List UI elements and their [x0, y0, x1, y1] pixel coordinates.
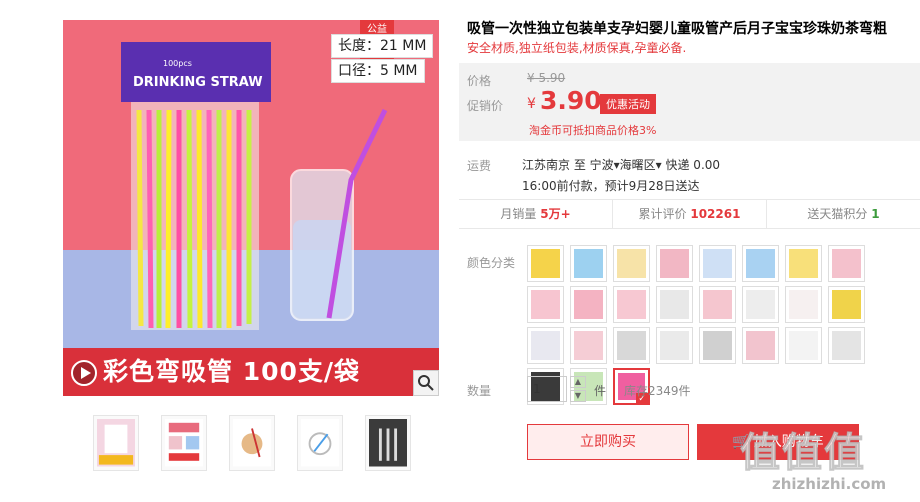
- color-swatch[interactable]: [527, 286, 564, 323]
- color-swatch[interactable]: [570, 286, 607, 323]
- swatch-image: [660, 249, 689, 278]
- spec-diameter: 口径：5 MM: [331, 59, 425, 83]
- color-swatch[interactable]: [613, 245, 650, 282]
- color-swatch[interactable]: [699, 327, 736, 364]
- color-swatch[interactable]: [527, 245, 564, 282]
- product-subtitle: 安全材质,独立纸包装,材质保真,孕童必备.: [467, 41, 687, 55]
- quantity-unit: 件: [594, 384, 607, 398]
- color-swatch[interactable]: [613, 327, 650, 364]
- swatch-image: [789, 331, 818, 360]
- color-swatch[interactable]: [828, 245, 865, 282]
- color-swatch[interactable]: [699, 245, 736, 282]
- promo-price-label: 促销价: [467, 99, 504, 113]
- color-swatch[interactable]: [742, 245, 779, 282]
- spec-length: 长度：21 MM: [331, 34, 434, 58]
- swatch-image: [703, 331, 732, 360]
- color-swatch[interactable]: [828, 327, 865, 364]
- stock-count: 库存2349件: [624, 384, 691, 398]
- color-swatch[interactable]: [828, 286, 865, 323]
- thumbnail-5[interactable]: [365, 415, 411, 471]
- swatch-image: [703, 249, 732, 278]
- points-value: 1: [871, 207, 880, 221]
- swatch-image: [832, 331, 861, 360]
- tmall-points: 送天猫积分 1: [767, 200, 920, 228]
- total-reviews[interactable]: 累计评价 102261: [613, 200, 767, 228]
- color-swatch[interactable]: [742, 286, 779, 323]
- color-category-label: 颜色分类: [467, 256, 516, 270]
- swatch-image: [789, 290, 818, 319]
- swatch-image: [617, 290, 646, 319]
- reviews-value: 102261: [690, 207, 741, 221]
- color-swatch[interactable]: [699, 286, 736, 323]
- thumbnail-3[interactable]: [229, 415, 275, 471]
- color-swatch[interactable]: [527, 327, 564, 364]
- swatch-image: [746, 331, 775, 360]
- current-price: 3.90: [540, 86, 602, 115]
- swatch-image: [531, 290, 560, 319]
- color-swatch[interactable]: [613, 286, 650, 323]
- color-swatch[interactable]: [656, 327, 693, 364]
- color-swatch[interactable]: [785, 327, 822, 364]
- buy-now-button[interactable]: 立即购买: [527, 424, 689, 460]
- play-video-icon[interactable]: [71, 360, 97, 386]
- delivery-estimate: 16:00前付款，预计9月28日送达: [522, 179, 700, 193]
- thumbnail-list: [93, 415, 411, 471]
- color-swatch[interactable]: [785, 245, 822, 282]
- swatch-image: [832, 290, 861, 319]
- monthly-sales-value: 5万+: [540, 207, 571, 221]
- sales-stats: 月销量 5万+ 累计评价 102261 送天猫积分 1: [459, 199, 920, 229]
- shipping-label: 运费: [467, 159, 492, 173]
- color-swatch[interactable]: [785, 286, 822, 323]
- swatch-image: [617, 249, 646, 278]
- swatch-image: [660, 290, 689, 319]
- color-swatch[interactable]: [656, 245, 693, 282]
- color-swatch[interactable]: [570, 327, 607, 364]
- shipping-route[interactable]: 江苏南京 至 宁波▾海曙区▾ 快递 0.00: [522, 156, 720, 173]
- swatch-image: [531, 331, 560, 360]
- quantity-decrease-button[interactable]: ▼: [570, 390, 586, 402]
- swatch-image: [617, 331, 646, 360]
- swatch-image: [574, 249, 603, 278]
- swatch-image: [531, 249, 560, 278]
- points-label: 送天猫积分: [807, 207, 868, 221]
- image-banner: 彩色弯吸管 100支/袋: [63, 348, 439, 396]
- monthly-sales: 月销量 5万+: [459, 200, 613, 228]
- color-swatch[interactable]: [742, 327, 779, 364]
- swatch-image: [746, 249, 775, 278]
- quantity-input[interactable]: 1: [527, 376, 567, 402]
- monthly-sales-label: 月销量: [500, 207, 537, 221]
- watermark-logo: 值值值: [740, 430, 866, 477]
- package-brand-text: DRINKING STRAW: [133, 75, 263, 90]
- product-page: 100pcs DRINKING STRAW 公益 长度：21 MM 口径：5 M…: [0, 0, 920, 502]
- thumbnail-4[interactable]: [297, 415, 343, 471]
- swatch-image: [703, 290, 732, 319]
- swatch-image: [574, 290, 603, 319]
- swatch-image: [574, 331, 603, 360]
- svg-text:100pcs: 100pcs: [163, 59, 192, 68]
- promo-tag[interactable]: 优惠活动: [600, 94, 656, 114]
- quantity-increase-button[interactable]: ▲: [570, 376, 586, 388]
- original-price: ¥ 5.90: [527, 71, 566, 85]
- price-label: 价格: [467, 74, 492, 88]
- swatch-image: [660, 331, 689, 360]
- coin-discount-note: 淘金币可抵扣商品价格3%: [529, 124, 657, 137]
- color-swatch[interactable]: [570, 245, 607, 282]
- swatch-image: [746, 290, 775, 319]
- watermark-domain: zhizhizhi.com: [772, 475, 887, 493]
- swatch-image: [789, 249, 818, 278]
- thumbnail-1[interactable]: [93, 415, 139, 471]
- main-product-image[interactable]: 100pcs DRINKING STRAW 公益 长度：21 MM 口径：5 M…: [63, 20, 439, 396]
- swatch-image: [832, 249, 861, 278]
- zoom-icon[interactable]: [413, 370, 439, 396]
- currency-symbol: ¥: [527, 96, 536, 112]
- product-title: 吸管一次性独立包装单支孕妇婴儿童吸管产后月子宝宝珍珠奶茶弯粗: [467, 21, 887, 37]
- thumbnail-2[interactable]: [161, 415, 207, 471]
- color-swatch[interactable]: [656, 286, 693, 323]
- quantity-label: 数量: [467, 384, 492, 398]
- reviews-label: 累计评价: [638, 207, 687, 221]
